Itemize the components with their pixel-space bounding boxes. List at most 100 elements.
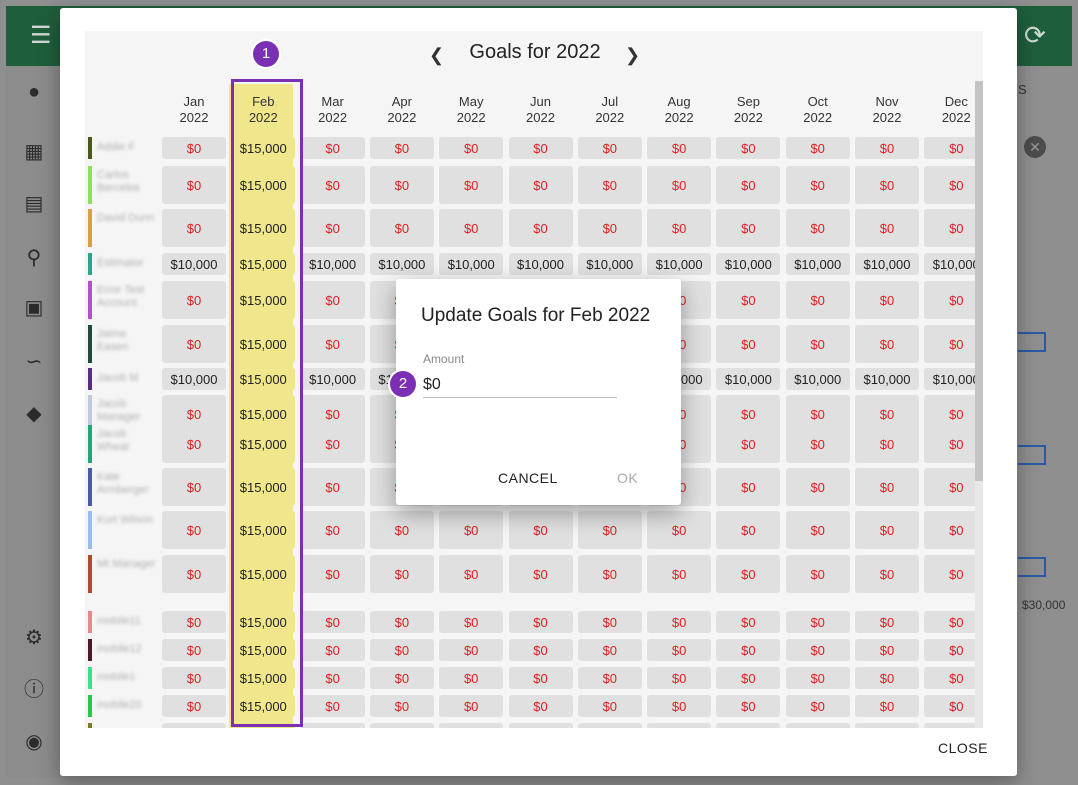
goal-cell[interactable]: $0: [785, 166, 850, 204]
goal-cell[interactable]: $0: [369, 166, 434, 204]
goal-cell[interactable]: $10,000: [300, 253, 365, 275]
scrollbar-thumb[interactable]: [975, 81, 983, 481]
goal-cell[interactable]: $0: [577, 695, 642, 717]
goal-cell[interactable]: $0: [647, 166, 712, 204]
goal-cell[interactable]: $0: [577, 667, 642, 689]
goal-cell[interactable]: $0: [716, 639, 781, 661]
goal-cell[interactable]: $0: [785, 611, 850, 633]
goal-cell[interactable]: $0: [785, 468, 850, 506]
goal-cell[interactable]: $10,000: [162, 368, 226, 390]
goal-cell[interactable]: $0: [162, 166, 226, 204]
goal-cell[interactable]: $0: [508, 555, 573, 593]
chart-icon[interactable]: ∽: [22, 350, 46, 374]
goal-cell[interactable]: $0: [785, 325, 850, 363]
goal-cell[interactable]: $0: [716, 695, 781, 717]
goal-cell[interactable]: $0: [577, 555, 642, 593]
goal-cell[interactable]: $0: [647, 137, 712, 159]
goal-cell[interactable]: $0: [162, 325, 226, 363]
goal-cell[interactable]: $0: [439, 555, 504, 593]
goal-cell[interactable]: [508, 723, 573, 728]
goal-cell[interactable]: $0: [716, 555, 781, 593]
goal-cell[interactable]: $0: [162, 137, 226, 159]
goal-cell[interactable]: $0: [508, 667, 573, 689]
goal-cell[interactable]: $0: [716, 511, 781, 549]
goal-cell[interactable]: $0: [716, 667, 781, 689]
goal-cell[interactable]: $0: [162, 667, 226, 689]
goal-cell[interactable]: $0: [300, 137, 365, 159]
goal-cell[interactable]: $0: [855, 137, 919, 159]
goal-cell[interactable]: $0: [577, 511, 642, 549]
goal-cell[interactable]: $0: [300, 555, 365, 593]
goal-cell[interactable]: $0: [300, 281, 365, 319]
close-button[interactable]: CLOSE: [938, 740, 988, 756]
goal-cell[interactable]: $0: [855, 281, 919, 319]
goal-cell[interactable]: $0: [855, 209, 919, 247]
goal-cell[interactable]: $0: [647, 667, 712, 689]
goal-cell[interactable]: $0: [785, 667, 850, 689]
goal-cell[interactable]: $0: [300, 425, 365, 463]
goal-cell[interactable]: $10,000: [855, 253, 919, 275]
goal-cell[interactable]: [716, 723, 781, 728]
goal-cell[interactable]: $0: [300, 209, 365, 247]
goal-cell[interactable]: $0: [369, 611, 434, 633]
board-icon[interactable]: ▤: [22, 192, 46, 216]
sync-icon[interactable]: ⟳: [1024, 22, 1046, 48]
goal-cell[interactable]: $0: [855, 695, 919, 717]
goal-cell[interactable]: $0: [508, 695, 573, 717]
goal-cell[interactable]: $0: [300, 639, 365, 661]
goal-cell[interactable]: $0: [577, 639, 642, 661]
scrollbar[interactable]: [975, 81, 983, 728]
goal-cell[interactable]: $0: [300, 166, 365, 204]
goal-cell[interactable]: $0: [162, 555, 226, 593]
goal-cell[interactable]: $10,000: [508, 253, 573, 275]
goal-cell[interactable]: $0: [716, 166, 781, 204]
goal-cell[interactable]: $0: [855, 555, 919, 593]
close-icon[interactable]: ✕: [1024, 136, 1046, 158]
goal-cell[interactable]: $10,000: [785, 253, 850, 275]
goal-cell[interactable]: $0: [439, 695, 504, 717]
goal-cell[interactable]: $0: [785, 209, 850, 247]
goal-cell[interactable]: $0: [577, 137, 642, 159]
goal-cell[interactable]: $0: [855, 325, 919, 363]
goal-cell[interactable]: $0: [508, 209, 573, 247]
goal-cell[interactable]: $0: [369, 639, 434, 661]
goal-cell[interactable]: $0: [369, 555, 434, 593]
goal-cell[interactable]: $0: [162, 695, 226, 717]
right-tab-label[interactable]: S: [1018, 82, 1027, 97]
goal-cell[interactable]: $0: [300, 511, 365, 549]
goal-cell[interactable]: $0: [716, 325, 781, 363]
goal-cell[interactable]: $0: [785, 555, 850, 593]
goal-cell[interactable]: $10,000: [785, 368, 850, 390]
gear-icon[interactable]: ⚙: [22, 626, 46, 650]
goal-cell[interactable]: $0: [716, 611, 781, 633]
goal-cell[interactable]: $0: [647, 639, 712, 661]
goal-cell[interactable]: $0: [369, 511, 434, 549]
goal-cell[interactable]: [577, 723, 642, 728]
goal-cell[interactable]: [162, 723, 226, 728]
tag-icon[interactable]: ◆: [22, 402, 46, 426]
goal-cell[interactable]: $10,000: [577, 253, 642, 275]
goal-cell[interactable]: $0: [162, 639, 226, 661]
goal-cell[interactable]: $0: [162, 611, 226, 633]
goal-cell[interactable]: $0: [785, 695, 850, 717]
goal-cell[interactable]: $0: [716, 425, 781, 463]
goal-cell[interactable]: $0: [439, 209, 504, 247]
goal-cell[interactable]: $0: [855, 639, 919, 661]
goal-cell[interactable]: $0: [369, 209, 434, 247]
goal-cell[interactable]: [300, 723, 365, 728]
goal-cell[interactable]: $0: [577, 209, 642, 247]
goal-cell[interactable]: $0: [508, 639, 573, 661]
goal-cell[interactable]: $0: [716, 281, 781, 319]
goal-cell[interactable]: $0: [785, 425, 850, 463]
goal-cell[interactable]: $0: [647, 695, 712, 717]
goal-cell[interactable]: $0: [369, 667, 434, 689]
info-icon[interactable]: ⓘ: [22, 678, 46, 702]
goal-cell[interactable]: $0: [577, 166, 642, 204]
goal-cell[interactable]: $0: [508, 611, 573, 633]
person-search-icon[interactable]: ⚲: [22, 246, 46, 270]
amount-input[interactable]: [423, 373, 617, 398]
goal-cell[interactable]: $0: [162, 281, 226, 319]
chevron-left-icon[interactable]: ❮: [429, 45, 444, 66]
goal-cell[interactable]: $0: [300, 667, 365, 689]
goal-cell[interactable]: $0: [855, 611, 919, 633]
